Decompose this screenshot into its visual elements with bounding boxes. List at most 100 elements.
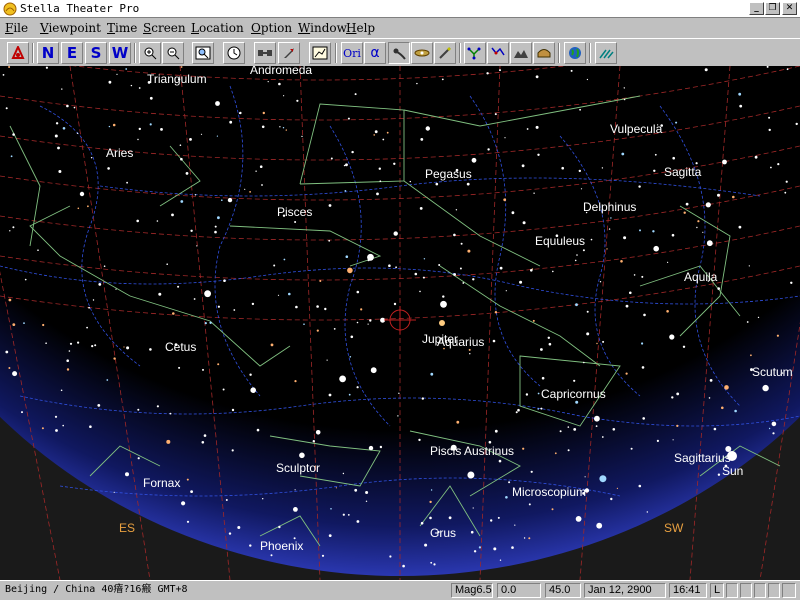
clock-button[interactable]	[223, 42, 245, 64]
star	[420, 521, 424, 525]
label-pisces[interactable]: Pisces	[277, 205, 312, 219]
label-sagittarius[interactable]: Sagittarius	[674, 451, 731, 465]
status-empty-1	[726, 583, 738, 598]
view-east-button[interactable]: E	[61, 42, 83, 64]
star	[532, 319, 535, 322]
label-jupiter[interactable]: Jupiter	[422, 332, 458, 346]
galaxy-button[interactable]	[411, 42, 433, 64]
menu-location[interactable]: Location	[191, 21, 244, 35]
menu-time[interactable]: Time	[107, 21, 137, 35]
label-capricornus[interactable]: Capricornus	[541, 387, 606, 401]
label-microscopium[interactable]: Microscopium	[512, 485, 586, 499]
menu-file[interactable]: File	[5, 21, 28, 35]
landscape-icon	[514, 50, 528, 58]
find-object-button[interactable]	[192, 42, 214, 64]
constellation-lines-button[interactable]	[464, 42, 486, 64]
star	[12, 133, 15, 136]
label-phoenix[interactable]: Phoenix	[260, 539, 303, 553]
star	[45, 66, 49, 69]
star	[573, 428, 577, 431]
meteor-button[interactable]	[434, 42, 456, 64]
star	[757, 316, 760, 319]
star	[750, 354, 752, 357]
star	[89, 425, 92, 429]
label-triangulum[interactable]: Triangulum	[147, 72, 207, 86]
label-pegasus[interactable]: Pegasus	[425, 167, 472, 181]
star	[487, 148, 490, 151]
star	[525, 393, 529, 396]
close-button[interactable]: ✕	[782, 2, 797, 15]
label-grus[interactable]: Grus	[430, 526, 456, 540]
horizon-label-sw: SW	[664, 521, 684, 535]
star	[393, 162, 396, 165]
menu-option[interactable]: Option	[251, 21, 292, 35]
label-delphinus[interactable]: Delphinus	[583, 200, 636, 214]
star	[795, 122, 798, 126]
star	[294, 380, 297, 383]
label-aquila[interactable]: Aquila	[684, 270, 718, 284]
star	[328, 239, 331, 242]
star	[508, 481, 511, 484]
label-sun[interactable]: Sun	[722, 464, 743, 478]
label-aries[interactable]: Aries	[106, 146, 133, 160]
maximize-button[interactable]: ❐	[765, 2, 780, 15]
status-mode: L	[710, 583, 724, 598]
star	[108, 125, 111, 128]
menu-help[interactable]: Help	[346, 21, 375, 35]
star	[567, 449, 570, 452]
window-title: Stella Theater Pro	[20, 2, 140, 15]
globe-button[interactable]	[564, 42, 586, 64]
label-equuleus[interactable]: Equuleus	[535, 234, 585, 248]
meteor-shower-button[interactable]	[595, 42, 617, 64]
star	[138, 87, 141, 89]
star	[343, 164, 346, 167]
menu-window[interactable]: Window	[298, 21, 347, 35]
zoom-in-button[interactable]	[139, 42, 161, 64]
comet-button[interactable]	[388, 42, 410, 64]
star	[497, 516, 500, 519]
menu-screen[interactable]: Screen	[143, 21, 186, 35]
horizon-scene-button[interactable]	[510, 42, 532, 64]
label-piscis-austrinus[interactable]: Piscis Austrinus	[430, 444, 514, 458]
zoom-out-button[interactable]	[162, 42, 184, 64]
star	[231, 449, 234, 452]
star	[540, 348, 543, 351]
observer-icon-button[interactable]	[7, 42, 29, 64]
telescope-button[interactable]	[254, 42, 276, 64]
label-vulpecula[interactable]: Vulpecula	[610, 122, 663, 136]
orientation-button[interactable]: Ori	[341, 42, 363, 64]
label-cetus[interactable]: Cetus	[165, 340, 196, 354]
view-west-button[interactable]: W	[109, 42, 131, 64]
label-andromeda[interactable]: Andromeda	[250, 66, 312, 77]
star	[521, 164, 525, 168]
star	[768, 427, 771, 430]
star	[472, 278, 475, 281]
star	[180, 157, 183, 161]
alpha-button[interactable]: α	[364, 42, 386, 64]
view-south-button[interactable]: S	[85, 42, 107, 64]
minimize-button[interactable]: _	[749, 2, 764, 15]
star	[356, 386, 359, 389]
menu-viewpoint[interactable]: Viewpoint	[40, 21, 101, 35]
observatory-button[interactable]	[533, 42, 555, 64]
rocket-button[interactable]	[278, 42, 300, 64]
constellation-figures-button[interactable]	[487, 42, 509, 64]
view-north-button[interactable]: N	[37, 42, 59, 64]
label-sculptor[interactable]: Sculptor	[276, 461, 320, 475]
star	[92, 299, 95, 301]
star	[347, 267, 353, 274]
label-sagitta[interactable]: Sagitta	[664, 165, 702, 179]
label-fornax[interactable]: Fornax	[143, 476, 180, 490]
star	[294, 489, 296, 491]
star	[748, 265, 750, 267]
star	[324, 307, 327, 311]
star	[526, 128, 529, 130]
label-scutum[interactable]: Scutum	[752, 365, 793, 379]
star	[459, 267, 462, 270]
sky-view[interactable]: Triangulum Andromeda Aries Pegasus Vulpe…	[0, 66, 800, 580]
chart-button[interactable]	[309, 42, 331, 64]
star	[365, 500, 368, 502]
status-empty-2	[740, 583, 752, 598]
star	[519, 280, 523, 284]
star	[641, 342, 644, 345]
